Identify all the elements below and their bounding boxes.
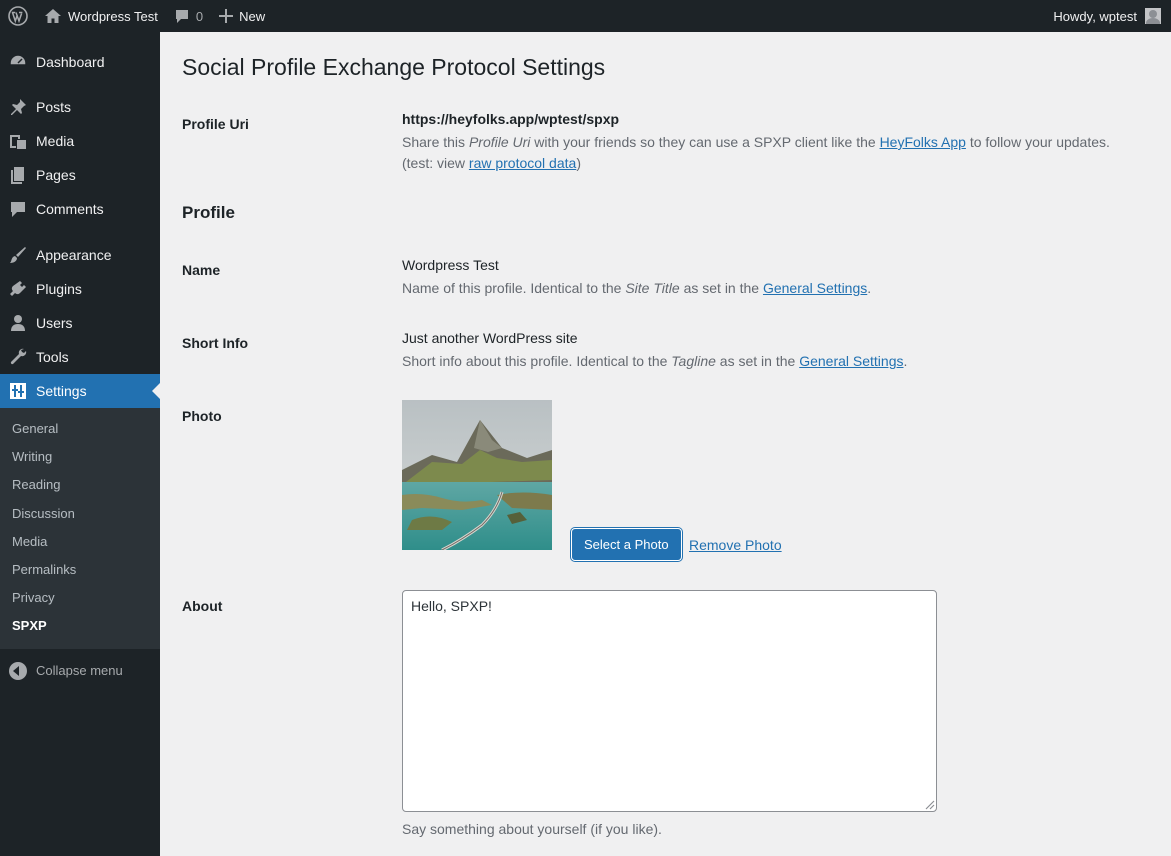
- desc-emphasis: Site Title: [625, 280, 680, 296]
- wordpress-logo-icon[interactable]: [0, 0, 36, 32]
- menu-item-comments[interactable]: Comments: [0, 192, 160, 226]
- site-name-link[interactable]: Wordpress Test: [36, 0, 166, 32]
- menu-label-appearance: Appearance: [36, 247, 112, 263]
- dashboard-icon: [8, 52, 28, 72]
- comment-icon: [8, 199, 28, 219]
- short-info-label: Short Info: [182, 335, 249, 351]
- resize-grip-icon[interactable]: [923, 798, 935, 810]
- collapse-arrow-icon: [9, 661, 27, 680]
- menu-label-media: Media: [36, 133, 75, 149]
- desc-text: .: [867, 280, 872, 296]
- pin-icon: [8, 97, 28, 117]
- name-description: Name of this profile. Identical to the S…: [402, 278, 1142, 299]
- menu-label-users: Users: [36, 315, 73, 331]
- desc-text: Name of this profile. Identical to the: [402, 280, 626, 296]
- menu-label-comments: Comments: [36, 201, 104, 217]
- about-label: About: [182, 598, 223, 614]
- menu-item-plugins[interactable]: Plugins: [0, 272, 160, 306]
- menu-item-media[interactable]: Media: [0, 124, 160, 158]
- collapse-menu-button[interactable]: Collapse menu: [0, 654, 160, 688]
- menu-label-pages: Pages: [36, 167, 76, 183]
- menu-label-tools: Tools: [36, 349, 69, 365]
- submenu-privacy[interactable]: Privacy: [0, 584, 160, 612]
- pages-icon: [8, 165, 28, 185]
- submenu-spxp[interactable]: SPXP: [0, 612, 160, 640]
- desc-text: Short info about this profile. Identical…: [402, 353, 672, 369]
- menu-item-appearance[interactable]: Appearance: [0, 238, 160, 272]
- desc-text: to follow your updates.: [965, 134, 1110, 150]
- menu-item-tools[interactable]: Tools: [0, 340, 160, 374]
- name-field: Wordpress Test Name of this profile. Ide…: [402, 255, 1142, 299]
- remove-photo-link[interactable]: Remove Photo: [689, 537, 782, 553]
- home-icon: [45, 9, 61, 23]
- settings-icon: [8, 381, 28, 401]
- desc-text: (test: view: [402, 155, 469, 171]
- submenu-writing[interactable]: Writing: [0, 443, 160, 471]
- comments-link[interactable]: 0: [166, 0, 211, 32]
- settings-submenu: General Writing Reading Discussion Media…: [0, 408, 160, 649]
- general-settings-link[interactable]: General Settings: [763, 280, 867, 296]
- admin-bar: Wordpress Test 0 New Howdy, wptest: [0, 0, 1171, 32]
- profile-photo: [402, 400, 552, 550]
- short-info-field: Just another WordPress site Short info a…: [402, 328, 1142, 372]
- desc-text: as set in the: [679, 280, 763, 296]
- profile-uri-value: https://heyfolks.app/wptest/spxp: [402, 111, 620, 127]
- general-settings-link[interactable]: General Settings: [799, 353, 903, 369]
- profile-uri-label: Profile Uri: [182, 116, 249, 132]
- name-label: Name: [182, 262, 221, 278]
- user-icon: [8, 313, 28, 333]
- short-info-description: Short info about this profile. Identical…: [402, 351, 1142, 372]
- my-account-menu[interactable]: Howdy, wptest: [1045, 0, 1171, 32]
- menu-label-posts: Posts: [36, 99, 72, 115]
- desc-text: with your friends so they can use a SPXP…: [530, 134, 880, 150]
- name-value: Wordpress Test: [402, 257, 499, 273]
- about-text-value: Hello, SPXP!: [411, 598, 492, 614]
- about-textarea[interactable]: Hello, SPXP!: [402, 590, 937, 812]
- profile-uri-field: https://heyfolks.app/wptest/spxp Share t…: [402, 109, 1142, 174]
- admin-sidebar: Dashboard Posts Media Pages Comments App…: [0, 32, 160, 856]
- profile-uri-description: Share this Profile Uri with your friends…: [402, 132, 1142, 174]
- avatar: [1145, 8, 1161, 24]
- menu-label-dashboard: Dashboard: [36, 54, 105, 70]
- submenu-reading[interactable]: Reading: [0, 471, 160, 499]
- page-title: Social Profile Exchange Protocol Setting…: [182, 54, 606, 80]
- plugin-icon: [8, 279, 28, 299]
- desc-emphasis: Profile Uri: [468, 134, 531, 150]
- desc-emphasis: Tagline: [671, 353, 716, 369]
- about-description: Say something about yourself (if you lik…: [402, 821, 662, 837]
- brush-icon: [8, 245, 28, 265]
- comments-count: 0: [195, 8, 204, 24]
- comment-bubble-icon: [175, 10, 188, 23]
- wrench-icon: [8, 347, 28, 367]
- profile-section-heading: Profile: [182, 203, 235, 222]
- menu-item-posts[interactable]: Posts: [0, 90, 160, 124]
- select-photo-button[interactable]: Select a Photo: [572, 529, 681, 560]
- desc-text: Share this: [402, 134, 469, 150]
- submenu-discussion[interactable]: Discussion: [0, 500, 160, 528]
- menu-item-settings[interactable]: Settings: [0, 374, 160, 408]
- submenu-media[interactable]: Media: [0, 528, 160, 556]
- site-name-label: Wordpress Test: [68, 8, 158, 24]
- submenu-general[interactable]: General: [0, 415, 160, 443]
- new-label: New: [239, 8, 266, 24]
- desc-text: ): [576, 155, 581, 171]
- desc-text: .: [903, 353, 908, 369]
- menu-item-users[interactable]: Users: [0, 306, 160, 340]
- plus-icon: [219, 9, 234, 23]
- menu-item-pages[interactable]: Pages: [0, 158, 160, 192]
- desc-text: as set in the: [715, 353, 800, 369]
- collapse-menu-label: Collapse menu: [36, 663, 123, 678]
- howdy-text: Howdy, wptest: [1053, 8, 1137, 24]
- new-content-link[interactable]: New: [211, 0, 273, 32]
- menu-label-plugins: Plugins: [36, 281, 82, 297]
- menu-item-dashboard[interactable]: Dashboard: [0, 45, 160, 79]
- submenu-permalinks[interactable]: Permalinks: [0, 556, 160, 584]
- raw-protocol-data-link[interactable]: raw protocol data: [469, 155, 576, 171]
- short-info-value: Just another WordPress site: [402, 330, 578, 346]
- media-icon: [8, 131, 28, 151]
- heyfolks-app-link[interactable]: HeyFolks App: [880, 134, 966, 150]
- photo-label: Photo: [182, 408, 222, 424]
- menu-label-settings: Settings: [36, 383, 87, 399]
